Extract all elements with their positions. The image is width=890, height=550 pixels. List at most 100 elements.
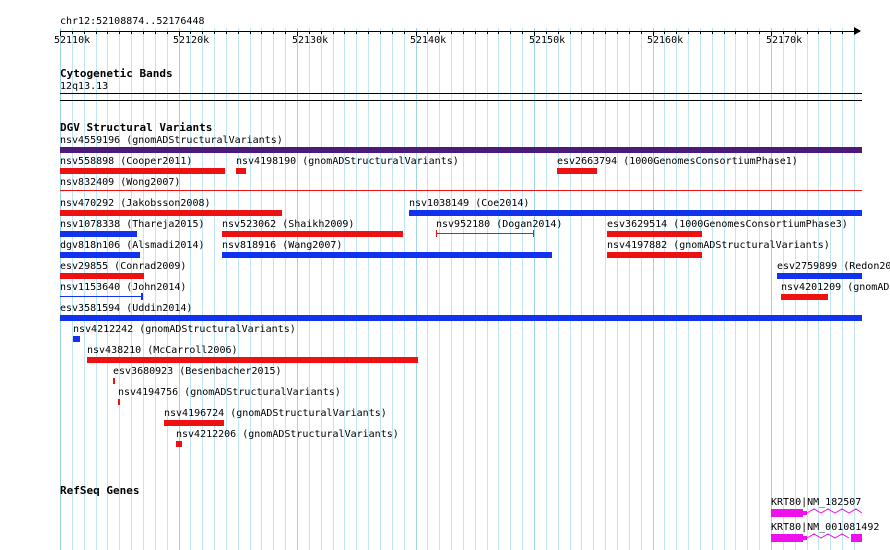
ruler-tick: [451, 31, 452, 34]
gene-model-krt80-nm-001081492[interactable]: [771, 532, 862, 544]
grid-line: [522, 28, 523, 550]
cytoband-track-title: Cytogenetic Bands: [60, 67, 173, 80]
grid-line: [344, 28, 345, 550]
sv-label[interactable]: esv3680923 (Besenbacher2015): [113, 366, 282, 377]
ruler-tick: [522, 31, 523, 34]
sv-label[interactable]: esv2663794 (1000GenomesConsortiumPhase1): [557, 156, 798, 167]
grid-line: [581, 28, 582, 550]
grid-line: [771, 28, 772, 550]
sv-label[interactable]: esv3581594 (Uddin2014): [60, 303, 192, 314]
ruler-tick: [131, 31, 132, 34]
ruler-tick: [285, 31, 286, 34]
sv-label[interactable]: nsv4194756 (gnomADStructuralVariants): [118, 387, 341, 398]
sv-bar[interactable]: [607, 252, 702, 258]
sv-label[interactable]: nsv4201209 (gnomADStructuralVariants): [781, 282, 890, 293]
sv-bar[interactable]: [60, 315, 862, 321]
ruler-tick: [344, 31, 345, 34]
grid-line: [724, 28, 725, 550]
sv-bar[interactable]: [781, 294, 828, 300]
grid-line: [261, 28, 262, 550]
grid-line: [712, 28, 713, 550]
sv-label[interactable]: nsv818916 (Wang2007): [222, 240, 342, 251]
ruler-tick: [84, 31, 85, 34]
sv-bar[interactable]: [236, 168, 246, 174]
cytoband-line-bottom: [60, 100, 862, 101]
ruler-tick: [641, 31, 642, 34]
sv-label[interactable]: nsv4197882 (gnomADStructuralVariants): [607, 240, 830, 251]
ruler-tick: [854, 31, 855, 34]
sv-label[interactable]: nsv523062 (Shaikh2009): [222, 219, 354, 230]
grid-line: [309, 28, 310, 550]
ruler-tick: [392, 31, 393, 34]
ruler-tick: [404, 31, 405, 34]
sv-bar[interactable]: [60, 168, 225, 174]
sv-bar[interactable]: [607, 231, 702, 237]
sv-label[interactable]: nsv832409 (Wong2007): [60, 177, 180, 188]
sv-label[interactable]: nsv4198190 (gnomADStructuralVariants): [236, 156, 459, 167]
sv-bar[interactable]: [60, 210, 282, 216]
sv-label[interactable]: esv3629514 (1000GenomesConsortiumPhase3): [607, 219, 848, 230]
grid-line: [190, 28, 191, 550]
sv-label[interactable]: nsv1038149 (Coe2014): [409, 198, 529, 209]
sv-bar[interactable]: [60, 273, 144, 279]
sv-label[interactable]: nsv952180 (Dogan2014): [436, 219, 562, 230]
grid-line: [664, 28, 665, 550]
genome-browser-canvas: chr12:52108874..52176448 52110k 52120k 5…: [0, 0, 890, 550]
sv-bar[interactable]: [60, 252, 140, 258]
sv-bar[interactable]: [176, 441, 182, 447]
grid-line: [368, 28, 369, 550]
ruler-tick: [724, 31, 725, 34]
sv-bar[interactable]: [222, 252, 552, 258]
sv-bar[interactable]: [87, 357, 418, 363]
ruler-tick: [593, 31, 594, 34]
sv-bar[interactable]: [60, 190, 862, 191]
ruler-tick: [439, 31, 440, 34]
grid-line: [546, 28, 547, 550]
sv-label[interactable]: nsv4559196 (gnomADStructuralVariants): [60, 135, 283, 146]
ruler-end-arrow: [854, 27, 861, 35]
sv-bar[interactable]: [73, 336, 80, 342]
ruler-tick: [475, 31, 476, 34]
sv-bar[interactable]: [164, 420, 224, 426]
grid-line: [688, 28, 689, 550]
ruler-tick: [72, 31, 73, 34]
grid-line: [285, 28, 286, 550]
gene-model-krt80-nm-182507[interactable]: [771, 507, 862, 519]
sv-bar[interactable]: [436, 233, 534, 234]
grid-line: [617, 28, 618, 550]
sv-bar[interactable]: [60, 296, 142, 297]
sv-bar[interactable]: [113, 378, 115, 384]
sv-bar[interactable]: [118, 399, 120, 405]
ruler-tick: [783, 31, 784, 34]
sv-label[interactable]: nsv4212206 (gnomADStructuralVariants): [176, 429, 399, 440]
sv-label[interactable]: nsv4212242 (gnomADStructuralVariants): [73, 324, 296, 335]
sv-label[interactable]: nsv1153640 (John2014): [60, 282, 186, 293]
grid-line: [380, 28, 381, 550]
sv-label[interactable]: esv29855 (Conrad2009): [60, 261, 186, 272]
sv-bar[interactable]: [777, 273, 862, 279]
sv-bar[interactable]: [60, 231, 137, 237]
sv-label[interactable]: nsv470292 (Jakobsson2008): [60, 198, 211, 209]
ruler-tick: [510, 31, 511, 34]
sv-bar[interactable]: [557, 168, 597, 174]
sv-bar[interactable]: [60, 147, 862, 153]
tick-label-52150k: 52150k: [529, 35, 566, 46]
ruler-tick: [427, 31, 428, 34]
sv-label[interactable]: nsv1078338 (Thareja2015): [60, 219, 205, 230]
ruler-tick: [380, 31, 381, 34]
ruler-tick: [333, 31, 334, 34]
ruler-axis-line: [60, 31, 860, 32]
grid-line: [475, 28, 476, 550]
sv-label[interactable]: dgv818n106 (Alsmadi2014): [60, 240, 205, 251]
sv-bar-end: [141, 293, 143, 300]
grid-line: [451, 28, 452, 550]
sv-bar-end: [533, 230, 534, 237]
sv-label[interactable]: nsv558898 (Cooper2011): [60, 156, 192, 167]
grid-line: [392, 28, 393, 550]
sv-bar[interactable]: [222, 231, 403, 237]
sv-bar[interactable]: [409, 210, 862, 216]
sv-label[interactable]: nsv438210 (McCarroll2006): [87, 345, 238, 356]
grid-line: [629, 28, 630, 550]
sv-label[interactable]: nsv4196724 (gnomADStructuralVariants): [164, 408, 387, 419]
sv-label[interactable]: esv2759899 (Redon2006): [777, 261, 890, 272]
